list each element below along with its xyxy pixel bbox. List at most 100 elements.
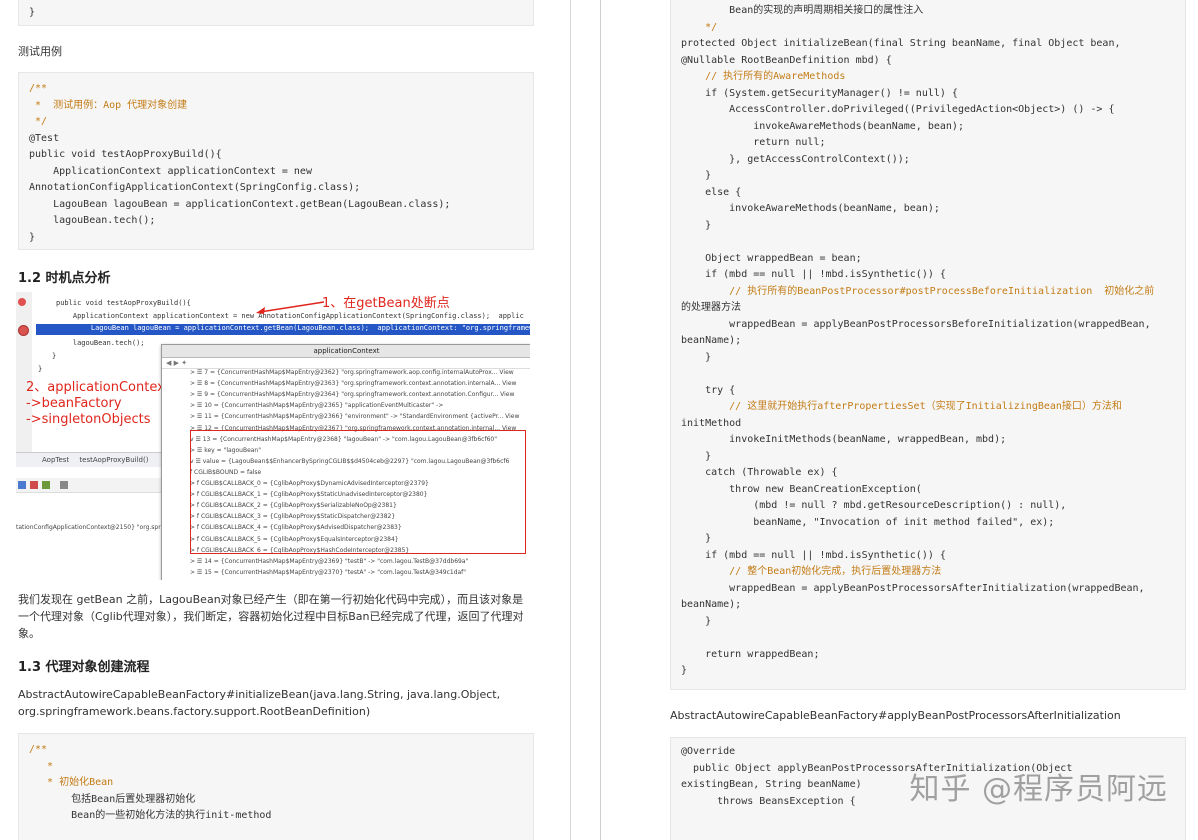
ide-code-line: } [38, 365, 43, 373]
code-line: 包括Bean后置处理器初始化 [29, 793, 196, 805]
editor-breadcrumb: AopTest testAopProxyBuild() [16, 452, 161, 467]
popup-tree-row[interactable]: > ☰ 8 = {ConcurrentHashMap$MapEntry@2363… [190, 380, 516, 387]
section-heading-1-3: 1.3 代理对象创建流程 [18, 660, 150, 675]
code-line: invokeAwareMethods(beanName, bean); [681, 203, 940, 214]
code-line: (mbd != null ? mbd.getResourceDescriptio… [681, 500, 1067, 511]
code-block-top-fragment: } [18, 0, 534, 26]
popup-tree-row[interactable]: > ☰ 10 = {ConcurrentHashMap$MapEntry@236… [190, 402, 443, 409]
code-line: } [29, 231, 36, 243]
debugger-screenshot: public void testAopProxyBuild(){ Applica… [16, 292, 530, 580]
code-line: public void testAopProxyBuild(){ [29, 149, 222, 160]
code-line: } [681, 450, 712, 462]
code-line: // 这里就开始执行afterPropertiesSet（实现了Initiali… [681, 401, 1122, 412]
page-divider [600, 0, 601, 840]
code-line: initMethod [681, 417, 742, 429]
code-line: protected Object initializeBean(final St… [681, 38, 1121, 49]
code-line: lagouBean.tech(); [29, 215, 156, 226]
code-line: 的处理器方法 [681, 302, 741, 313]
debug-stop-icon[interactable] [30, 481, 38, 489]
code-line: // 执行所有的AwareMethods [681, 71, 846, 82]
popup-nav[interactable]: ◀ ▶ ✦ [162, 358, 530, 369]
test-case-label: 测试用例 [18, 45, 62, 58]
popup-tree-row[interactable]: > ☰ 14 = {ConcurrentHashMap$MapEntry@236… [190, 558, 468, 565]
code-line: /** [29, 744, 48, 755]
code-line: @Override [681, 746, 736, 757]
annotation-singleton-objects: 2、applicationContext ->beanFactory ->sin… [26, 380, 170, 427]
debug-toolbar [16, 478, 161, 493]
debug-step-icon[interactable] [18, 481, 26, 489]
method-signature-2: AbstractAutowireCapableBeanFactory#apply… [670, 709, 1121, 722]
left-page: } 测试用例 /** * 测试用例：Aop 代理对象创建 */ @Test publ… [0, 0, 545, 840]
right-page: Bean的实现的声明周期相关接口的属性注入 */ protected Object… [602, 0, 1198, 840]
code-line: AccessController.doPrivileged((Privilege… [681, 104, 1115, 115]
editor-gutter [16, 292, 32, 452]
code-line: * 测试用例：Aop 代理对象创建 [29, 99, 188, 111]
code-line: return wrappedBean; [681, 648, 820, 660]
code-line: Object wrappedBean = bean; [681, 252, 862, 264]
breakpoint-icon[interactable] [18, 298, 26, 306]
highlight-box [190, 430, 526, 554]
code-line: beanName); [681, 335, 742, 346]
code-line: beanName); [681, 599, 742, 610]
initialize-bean-code-block: Bean的实现的声明周期相关接口的属性注入 */ protected Object… [670, 0, 1186, 690]
ide-current-line[interactable]: LagouBean lagouBean = applicationContext… [36, 324, 530, 335]
code-line: throw new BeanCreationException( [681, 483, 922, 495]
code-line: if (System.getSecurityManager() != null)… [681, 87, 958, 99]
popup-tree-row[interactable]: > ☰ 15 = {ConcurrentHashMap$MapEntry@237… [190, 569, 466, 576]
watermark: 知乎 @程序员阿远 [909, 772, 1168, 807]
code-line: // 整个Bean初始化完成，执行后置处理器方法 [681, 566, 942, 577]
popup-tree-row[interactable]: > ☰ 9 = {ConcurrentHashMap$MapEntry@2364… [190, 391, 514, 398]
test-code-block: /** * 测试用例：Aop 代理对象创建 */ @Test public void… [18, 72, 534, 250]
popup-tree-row[interactable]: > ☰ 7 = {ConcurrentHashMap$MapEntry@2362… [190, 369, 514, 376]
code-line: if (mbd == null || !mbd.isSynthetic()) { [681, 269, 946, 280]
code-line: wrappedBean = applyBeanPostProcessorsAft… [681, 582, 1145, 594]
code-line: wrappedBean = applyBeanPostProcessorsBef… [681, 318, 1151, 330]
code-line: beanName, "Invocation of init method fai… [681, 516, 1055, 528]
variables-popup[interactable]: applicationContext ◀ ▶ ✦ > ☰ 7 = {Concur… [161, 344, 530, 580]
code-line: } [681, 351, 712, 363]
code-line: LagouBean lagouBean = applicationContext… [29, 198, 451, 210]
code-line: if (mbd == null || !mbd.isSynthetic()) { [681, 549, 946, 561]
annotation-arrow-1 [256, 301, 325, 314]
section-heading-1-2: 1.2 时机点分析 [18, 271, 111, 286]
code-line: */ [29, 116, 48, 127]
breadcrumb-class[interactable]: AopTest [42, 456, 69, 464]
code-line: catch (Throwable ex) { [681, 467, 838, 478]
code-line: } [681, 665, 688, 676]
ide-code-line: public void testAopProxyBuild(){ [56, 299, 191, 307]
code-line: ApplicationContext applicationContext = … [29, 165, 312, 177]
code-line: * [29, 760, 54, 772]
code-line: }, getAccessControlContext()); [681, 153, 910, 165]
active-breakpoint-icon[interactable] [18, 325, 29, 336]
code-line: invokeAwareMethods(beanName, bean); [681, 120, 964, 132]
code-line: @Nullable RootBeanDefinition mbd) { [681, 54, 892, 66]
page-gutter [570, 0, 571, 840]
debug-resume-icon[interactable] [42, 481, 50, 489]
code-line: AnnotationConfigApplicationContext(Sprin… [29, 182, 361, 193]
code-line: } [29, 7, 36, 18]
code-line: Bean的实现的声明周期相关接口的属性注入 [681, 5, 924, 16]
code-line: // 执行所有的BeanPostProcessor#postProcessBef… [681, 285, 1155, 297]
method-signature: AbstractAutowireCapableBeanFactory#initi… [18, 688, 501, 718]
debug-variable-trace: tationConfigApplicationContext@2150} "or… [16, 524, 161, 531]
annotation-breakpoint: 1、在getBean处断点 [322, 296, 450, 311]
code-line: } [681, 219, 712, 231]
code-line: * 初始化Bean [29, 777, 114, 788]
code-line: else { [681, 186, 742, 198]
paragraph-analysis: 我们发现在 getBean 之前，LagouBean对象已经产生（即在第一行初始… [18, 593, 524, 640]
code-line: invokeInitMethods(beanName, wrappedBean,… [681, 434, 1007, 445]
ide-code-line: lagouBean.tech(); [56, 339, 145, 347]
code-line: try { [681, 384, 736, 396]
code-line: } [681, 615, 712, 627]
code-line: } [681, 533, 712, 544]
popup-title: applicationContext [162, 345, 530, 358]
breadcrumb-method[interactable]: testAopProxyBuild() [79, 456, 148, 464]
init-code-block: /** * * 初始化Bean 包括Bean后置处理器初始化 Bean的一些初始… [18, 733, 534, 840]
code-line: */ [681, 21, 718, 33]
ide-code-line: } [52, 352, 57, 360]
popup-tree-row[interactable]: > ☰ 11 = {ConcurrentHashMap$MapEntry@236… [190, 413, 519, 420]
debug-frames-icon[interactable] [60, 481, 68, 489]
